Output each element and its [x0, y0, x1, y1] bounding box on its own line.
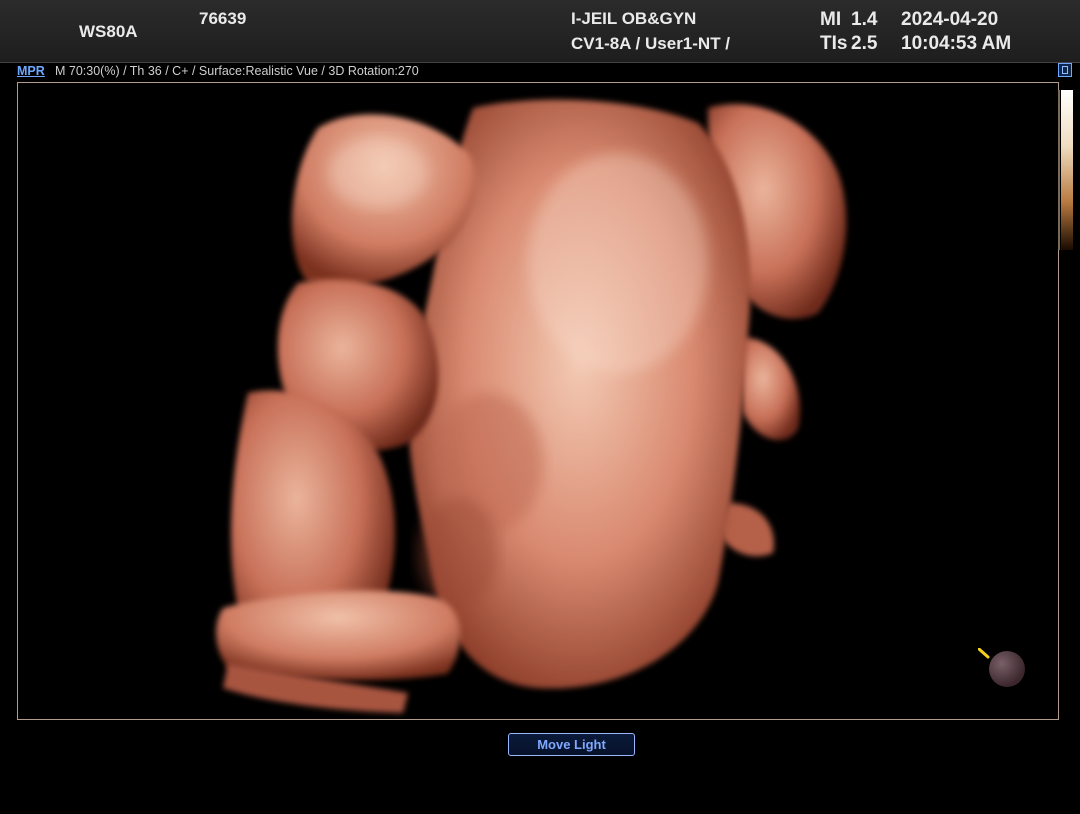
tis-label: TIs: [820, 33, 848, 54]
mi-value: 1.4: [851, 9, 878, 30]
render-viewport[interactable]: [17, 82, 1059, 720]
exam-time: 10:04:53 AM: [901, 33, 1012, 54]
header-bar: WS80A 76639 I-JEIL OB&GYN CV1-8A / User1…: [0, 0, 1080, 63]
move-light-button[interactable]: Move Light: [508, 733, 635, 756]
mi-label: MI: [820, 9, 842, 30]
light-source-icon[interactable]: [989, 651, 1025, 687]
info-bar: MPR M 70:30(%) / Th 36 / C+ / Surface:Re…: [0, 62, 1080, 82]
mpr-link[interactable]: MPR: [17, 63, 45, 79]
system-model: WS80A: [79, 22, 138, 41]
light-direction-pointer-icon: [978, 648, 990, 659]
exam-date: 2024-04-20: [901, 9, 999, 30]
fetal-surface-render: [216, 99, 847, 713]
patient-id: 76639: [199, 9, 247, 28]
probe-preset: CV1-8A / User1-NT /: [571, 34, 731, 53]
tis-value: 2.5: [851, 33, 878, 54]
color-scale-bar: [1058, 90, 1073, 250]
render-params: M 70:30(%) / Th 36 / C+ / Surface:Realis…: [55, 64, 419, 78]
window-toggle-icon[interactable]: [1058, 63, 1072, 77]
institution-name: I-JEIL OB&GYN: [571, 9, 697, 28]
